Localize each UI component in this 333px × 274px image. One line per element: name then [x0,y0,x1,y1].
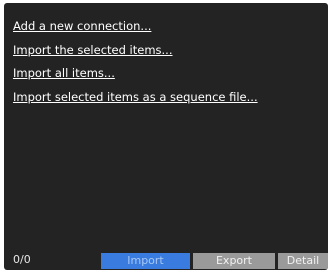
tab-detail[interactable]: Detail [278,253,328,269]
footer-bar: 0/0 Import Export Detail [4,250,328,270]
add-connection-link[interactable]: Add a new connection... [13,19,151,33]
tab-export[interactable]: Export [193,253,275,269]
import-panel: Add a new connection... Import the selec… [4,3,328,270]
import-all-link[interactable]: Import all items... [13,66,115,80]
list-item: Import all items... [13,62,258,86]
list-item: Import selected items as a sequence file… [13,86,258,110]
item-counter: 0/0 [13,253,31,266]
list-item: Import the selected items... [13,39,258,63]
import-selected-link[interactable]: Import the selected items... [13,43,173,57]
tab-import[interactable]: Import [101,253,190,269]
list-item: Add a new connection... [13,15,258,39]
action-list: Add a new connection... Import the selec… [13,15,258,109]
import-sequence-file-link[interactable]: Import selected items as a sequence file… [13,90,258,104]
